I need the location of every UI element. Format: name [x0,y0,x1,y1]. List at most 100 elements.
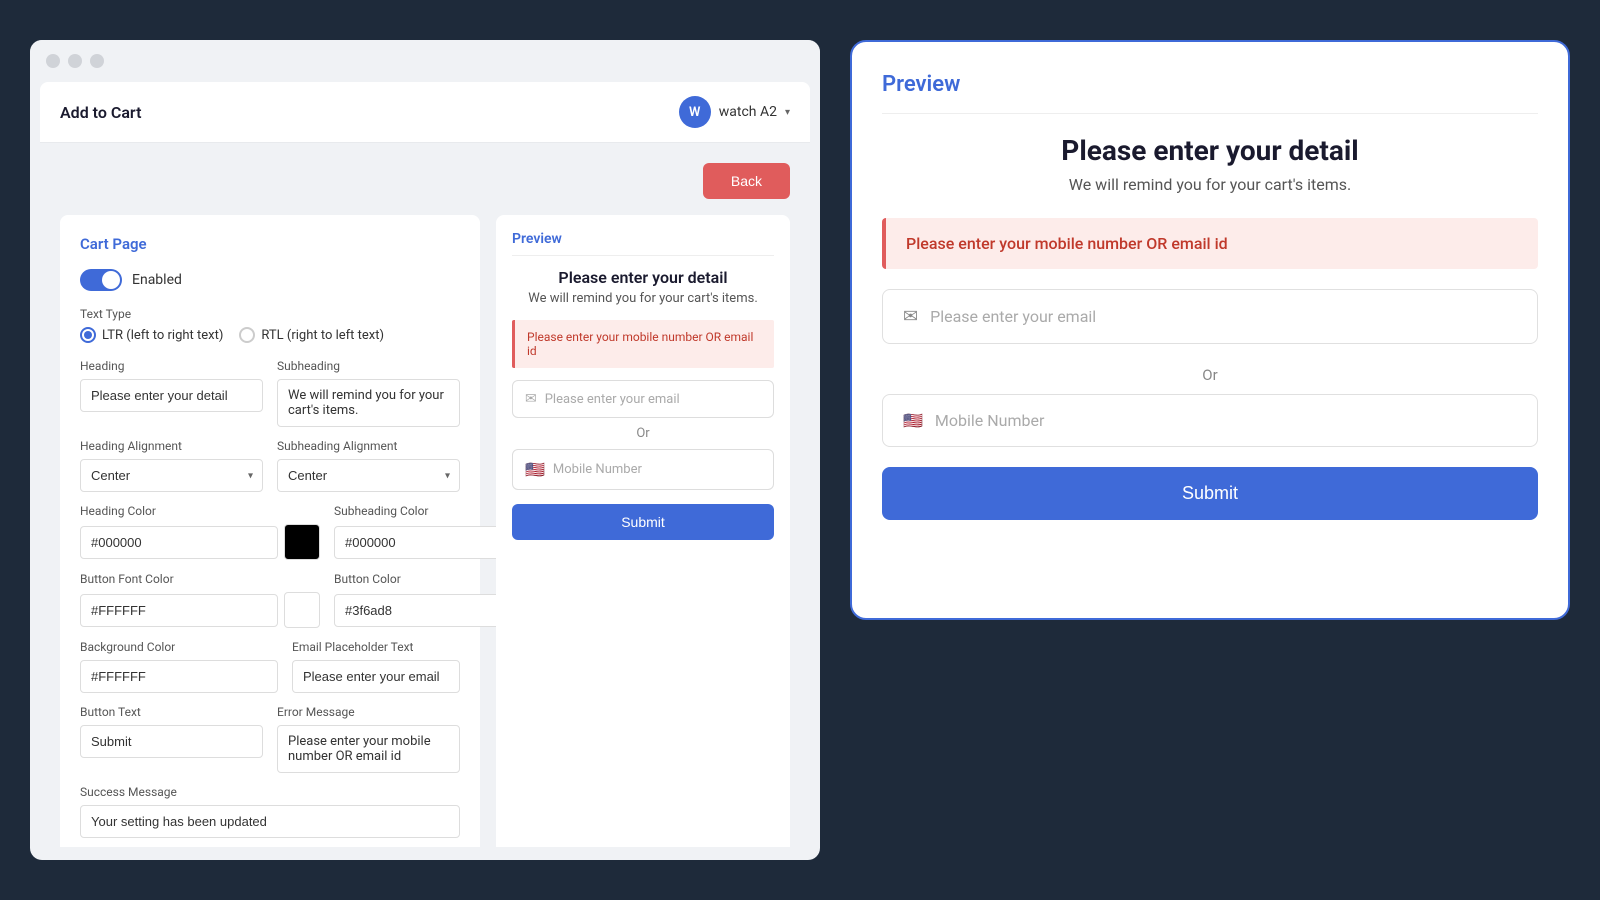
subheading-align-select[interactable]: Center Left Right [277,459,460,492]
rtl-radio[interactable]: RTL (right to left text) [239,327,384,343]
button-text-label: Button Text [80,705,263,719]
browser-dot-2 [68,54,82,68]
back-btn-row: Back [60,163,790,199]
button-text-group: Button Text [80,705,263,773]
user-avatar: W [679,96,711,128]
text-type-row: Text Type LTR (left to right text) RTL (… [80,307,460,343]
heading-subheading-grid: Heading Subheading [80,359,460,427]
preview-subheading-small: We will remind you for your cart's items… [512,291,774,306]
email-placeholder-input[interactable] [292,660,460,693]
btn-font-color-swatch[interactable] [284,592,320,628]
preview-panel-small: Preview Please enter your detail We will… [496,215,790,847]
preview-title-small: Preview [512,231,774,256]
ltr-label: LTR (left to right text) [102,328,223,343]
button-text-input[interactable] [80,725,263,758]
phone-placeholder-small: Mobile Number [553,462,642,477]
or-divider-small: Or [512,426,774,441]
error-message-label: Error Message [277,705,460,719]
text-type-label: Text Type [80,307,460,321]
rtl-label: RTL (right to left text) [261,328,384,343]
or-divider-large: Or [882,366,1538,384]
email-icon-large: ✉ [903,306,918,327]
email-placeholder-label: Email Placeholder Text [292,640,460,654]
phone-input-row-large[interactable]: 🇺🇸 Mobile Number [882,394,1538,447]
submit-btn-small[interactable]: Submit [512,504,774,540]
subheading-align-group: Subheading Alignment Center Left Right ▾ [277,439,460,492]
heading-color-swatch[interactable] [284,524,320,560]
heading-color-label: Heading Color [80,504,320,518]
heading-label: Heading [80,359,263,373]
flag-icon-large: 🇺🇸 [903,411,923,430]
toggle-knob [102,271,120,289]
toggle-label: Enabled [132,272,182,288]
rtl-radio-circle [239,327,255,343]
app-title: Add to Cart [60,103,141,122]
success-message-input[interactable] [80,805,460,838]
btn-error-grid: Button Text Error Message [80,705,460,773]
preview-title-large: Preview [882,72,1538,114]
back-button[interactable]: Back [703,163,790,199]
error-text-large: Please enter your mobile number OR email… [906,234,1518,253]
browser-dot-1 [46,54,60,68]
app-header: Add to Cart W watch A2 ▾ [40,82,810,143]
preview-panel-large: Preview Please enter your detail We will… [850,40,1570,620]
email-placeholder-large: Please enter your email [930,307,1096,326]
heading-group: Heading [80,359,263,427]
email-input-row-large[interactable]: ✉ Please enter your email [882,289,1538,344]
ltr-radio[interactable]: LTR (left to right text) [80,327,223,343]
chevron-down-icon: ▾ [785,107,790,118]
preview-heading-small: Please enter your detail [512,268,774,287]
btn-font-color-input[interactable] [80,594,278,627]
email-input-row-small: ✉ Please enter your email [512,380,774,418]
browser-titlebar [30,40,820,82]
subheading-label: Subheading [277,359,460,373]
heading-color-field-row [80,524,320,560]
btn-font-color-field-row [80,592,320,628]
heading-align-label: Heading Alignment [80,439,263,453]
btn-font-color-group: Button Font Color [80,572,320,628]
bg-email-grid: Background Color Email Placeholder Text [80,640,460,693]
heading-align-group: Heading Alignment Center Left Right ▾ [80,439,263,492]
radio-group: LTR (left to right text) RTL (right to l… [80,327,460,343]
heading-align-select[interactable]: Center Left Right [80,459,263,492]
error-text-small: Please enter your mobile number OR email… [527,330,762,358]
subheading-align-label: Subheading Alignment [277,439,460,453]
heading-color-group: Heading Color [80,504,320,560]
btn-color-grid: Button Font Color Button Color [80,572,460,628]
email-placeholder-small: Please enter your email [545,392,680,407]
bg-color-field-row [80,660,278,693]
phone-input-row-small: 🇺🇸 Mobile Number [512,449,774,490]
heading-align-select-wrapper: Center Left Right ▾ [80,459,263,492]
success-message-group: Success Message [80,785,460,838]
bg-color-group: Background Color [80,640,278,693]
subheading-align-select-wrapper: Center Left Right ▾ [277,459,460,492]
app-body: Back Cart Page Enabled [40,143,810,847]
error-message-input[interactable] [277,725,460,773]
subheading-input[interactable] [277,379,460,427]
submit-btn-large[interactable]: Submit [882,467,1538,520]
bg-color-label: Background Color [80,640,278,654]
email-icon-small: ✉ [525,391,537,407]
error-banner-large: Please enter your mobile number OR email… [882,218,1538,269]
heading-color-grid: Heading Color Subheading Color [80,504,460,560]
browser-content: Add to Cart W watch A2 ▾ Back Cart Page [40,82,810,847]
browser-dot-3 [90,54,104,68]
preview-main-heading: Please enter your detail [882,134,1538,167]
user-name: watch A2 [719,104,777,120]
subheading-group: Subheading [277,359,460,427]
bg-color-input[interactable] [80,660,278,693]
heading-color-input[interactable] [80,526,278,559]
btn-font-color-label: Button Font Color [80,572,320,586]
success-message-label: Success Message [80,785,460,799]
error-message-group: Error Message [277,705,460,773]
user-badge[interactable]: W watch A2 ▾ [679,96,790,128]
settings-panel: Cart Page Enabled Text Type [60,215,480,847]
alignment-grid: Heading Alignment Center Left Right ▾ [80,439,460,492]
enabled-toggle[interactable] [80,269,122,291]
phone-placeholder-large: Mobile Number [935,411,1044,430]
flag-icon-small: 🇺🇸 [525,460,545,479]
preview-main-subheading: We will remind you for your cart's items… [882,175,1538,194]
heading-input[interactable] [80,379,263,412]
panels-row: Cart Page Enabled Text Type [60,215,790,847]
browser-window: Add to Cart W watch A2 ▾ Back Cart Page [30,40,820,860]
